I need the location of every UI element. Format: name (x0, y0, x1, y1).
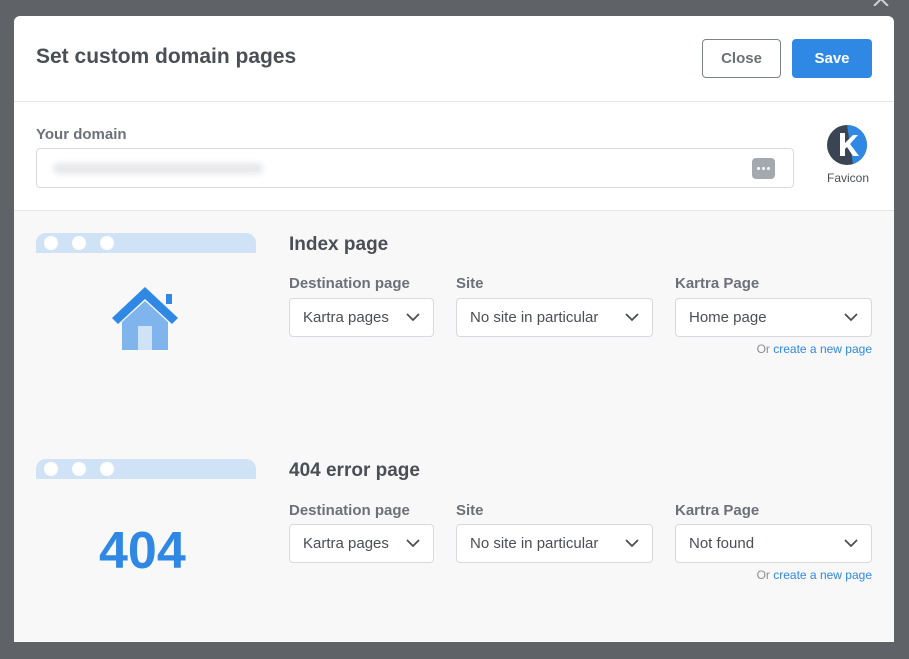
destination-page-label: Destination page (289, 275, 410, 292)
error-site-value: No site in particular (470, 535, 599, 552)
chevron-down-icon (625, 539, 639, 548)
index-site-select[interactable]: No site in particular (456, 298, 653, 337)
index-destination-select[interactable]: Kartra pages (289, 298, 434, 337)
chevron-down-icon (406, 313, 420, 322)
destination-page-label: Destination page (289, 502, 410, 519)
more-dots-icon[interactable] (752, 158, 775, 179)
error-kartra-page-value: Not found (689, 535, 755, 552)
error-destination-value: Kartra pages (303, 535, 389, 552)
close-icon[interactable] (872, 0, 890, 6)
house-icon (112, 287, 178, 350)
close-button[interactable]: Close (702, 39, 781, 78)
site-label: Site (456, 275, 484, 292)
chevron-down-icon (625, 313, 639, 322)
error-site-select[interactable]: No site in particular (456, 524, 653, 563)
error-page-title: 404 error page (289, 460, 420, 481)
domain-label: Your domain (36, 126, 127, 143)
create-page-hint: Or create a new page (756, 342, 872, 356)
index-kartra-page-select[interactable]: Home page (675, 298, 872, 337)
favicon-label: Favicon (827, 171, 870, 185)
error-kartra-page-select[interactable]: Not found (675, 524, 872, 563)
domain-row: Your domain Favicon (14, 102, 894, 211)
site-label: Site (456, 502, 484, 519)
create-new-page-link[interactable]: create a new page (773, 568, 872, 582)
chevron-down-icon (844, 539, 858, 548)
chevron-down-icon (844, 313, 858, 322)
browser-bar-illustration (36, 459, 256, 479)
favicon-logo-icon[interactable] (826, 124, 868, 166)
kartra-page-label: Kartra Page (675, 502, 760, 519)
create-new-page-link[interactable]: create a new page (773, 342, 872, 356)
modal-header: Set custom domain pages Close Save (14, 16, 894, 102)
error-404-illustration: 404 (99, 522, 186, 580)
error-destination-select[interactable]: Kartra pages (289, 524, 434, 563)
browser-bar-illustration (36, 233, 256, 253)
index-destination-value: Kartra pages (303, 309, 389, 326)
chevron-down-icon (406, 539, 420, 548)
page-title: Set custom domain pages (36, 45, 297, 68)
save-button[interactable]: Save (792, 39, 872, 78)
domain-value-blurred (53, 163, 263, 174)
create-page-hint: Or create a new page (756, 568, 872, 582)
index-page-title: Index page (289, 234, 389, 255)
kartra-page-label: Kartra Page (675, 275, 760, 292)
domain-input[interactable] (36, 148, 794, 188)
index-kartra-page-value: Home page (689, 309, 767, 326)
index-site-value: No site in particular (470, 309, 599, 326)
modal-dialog: Set custom domain pages Close Save Your … (14, 16, 894, 642)
pages-content: Index page Destination page Site Kartra … (14, 211, 894, 641)
